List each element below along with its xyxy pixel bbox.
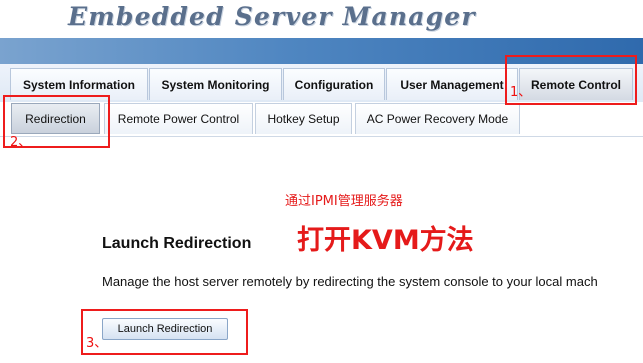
- subtab-ac-power-recovery-mode[interactable]: AC Power Recovery Mode: [355, 103, 520, 134]
- subtab-hotkey-setup[interactable]: Hotkey Setup: [255, 103, 352, 134]
- annotation-note-kvm: 打开KVM方法: [297, 225, 474, 256]
- app-header: Embedded Server Manager: [0, 0, 643, 38]
- app-title: Embedded Server Manager: [68, 2, 476, 31]
- annotation-step-3: 3、: [86, 336, 108, 351]
- annotation-note-ipmi: 通过IPMI管理服务器: [285, 194, 403, 209]
- page-description: Manage the host server remotely by redir…: [102, 274, 598, 289]
- tab-configuration[interactable]: Configuration: [283, 68, 385, 100]
- tab-system-monitoring[interactable]: System Monitoring: [149, 68, 282, 100]
- subtab-remote-power-control[interactable]: Remote Power Control: [104, 103, 253, 134]
- page-title: Launch Redirection: [102, 235, 252, 252]
- tab-user-management[interactable]: User Management: [386, 68, 518, 100]
- annotation-step-2: 2、: [10, 135, 32, 150]
- annotation-step-1: 1、: [510, 85, 532, 100]
